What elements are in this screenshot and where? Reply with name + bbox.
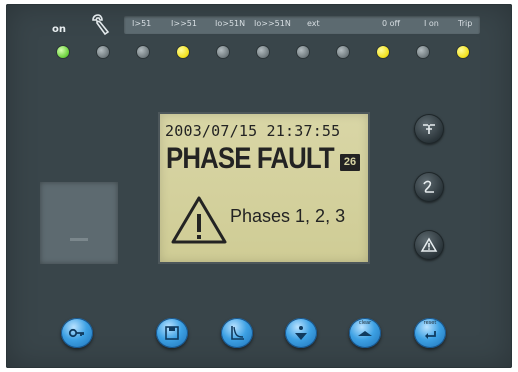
fault-phases: Phases 1, 2, 3 <box>230 206 346 226</box>
indicator-label: I on <box>424 19 439 28</box>
led-indicator <box>217 46 229 58</box>
cover-tray <box>40 182 118 264</box>
led-indicator <box>137 46 149 58</box>
led-indicator <box>177 46 189 58</box>
event-datetime: 2003/07/15 21:37:55 <box>165 122 341 140</box>
led-indicator <box>97 46 109 58</box>
resistance-icon <box>423 180 434 193</box>
indicator-label: I>51 <box>132 19 152 28</box>
indicator-label: ext <box>307 19 320 28</box>
led-indicator <box>257 46 269 58</box>
indicator-label-strip: I>51 I>>51 Io>51N Io>>51N ext 0 off I on… <box>124 16 480 34</box>
tray-slot <box>70 238 88 241</box>
key-button[interactable] <box>61 318 93 348</box>
reset-button[interactable]: reset <box>414 318 446 348</box>
fault-title: PHASE FAULT <box>166 142 335 175</box>
indicator-label: Trip <box>458 19 473 28</box>
relay-front-panel: on I>51 I>>51 Io>51N Io>>51N ext 0 off I… <box>6 4 512 368</box>
curve-button[interactable] <box>221 318 253 348</box>
key-icon <box>68 328 84 338</box>
enter-down-icon <box>295 326 307 340</box>
power-on-label: on <box>52 24 66 35</box>
curve-icon <box>231 326 244 340</box>
enter-down-button[interactable] <box>285 318 317 348</box>
indicator-label: I>>51 <box>171 19 197 28</box>
indicator-label: 0 off <box>382 19 401 28</box>
alarm-button[interactable] <box>414 230 444 260</box>
led-indicator <box>377 46 389 58</box>
resistance-button[interactable] <box>414 172 444 202</box>
led-indicator <box>457 46 469 58</box>
led-indicator <box>417 46 429 58</box>
led-indicator <box>297 46 309 58</box>
warning-icon <box>420 237 438 252</box>
lcd-display: 2003/07/15 21:37:55 PHASE FAULT 26 Phase… <box>160 114 368 262</box>
event-number-badge: 26 <box>340 154 360 171</box>
led-indicator <box>337 46 349 58</box>
indicator-label: Io>51N <box>215 19 246 28</box>
save-button[interactable] <box>156 318 188 348</box>
breaker-button[interactable] <box>414 114 444 144</box>
breaker-icon <box>423 124 435 134</box>
warning-icon <box>171 196 227 244</box>
wrench-icon <box>92 14 110 36</box>
led-indicator <box>57 46 69 58</box>
clear-button[interactable]: clear <box>349 318 381 348</box>
clear-icon <box>358 331 372 336</box>
indicator-label: Io>>51N <box>254 19 291 28</box>
reset-icon <box>425 331 436 339</box>
save-icon <box>165 326 179 340</box>
